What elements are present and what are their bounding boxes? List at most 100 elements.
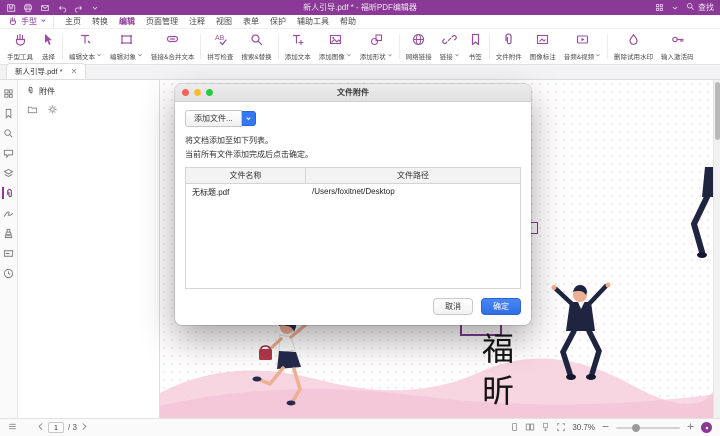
- app-window: 新人引导.pdf * - 福昕PDF编辑器 查找 手型 主页 转换 编辑 页面管…: [0, 0, 720, 436]
- menu-tab-form[interactable]: 表单: [243, 16, 259, 27]
- sidebar-thumbnails[interactable]: [2, 87, 16, 99]
- hand-quick-tool[interactable]: 手型: [8, 16, 54, 28]
- mail-icon[interactable]: [40, 3, 50, 13]
- dialog-instructions: 将文档添加至如下列表。 当前所有文件添加完成后点击确定。: [185, 134, 521, 161]
- zoom-in-button[interactable]: [686, 422, 695, 433]
- ribbon-hand-tool[interactable]: 手型工具: [3, 29, 37, 64]
- menu-tab-comment[interactable]: 注释: [189, 16, 205, 27]
- ribbon-add-text[interactable]: 添加文本: [281, 29, 315, 64]
- menu-tab-help[interactable]: 帮助: [340, 16, 356, 27]
- menu-tab-home[interactable]: 主页: [65, 16, 81, 27]
- sidebar-history[interactable]: [2, 267, 16, 279]
- ribbon-label: 音频&视频: [564, 51, 594, 61]
- spell-check-icon: AB: [213, 32, 228, 49]
- zoom-window-button[interactable]: [206, 89, 213, 96]
- assistant-button[interactable]: [701, 422, 712, 433]
- menu-tab-protect[interactable]: 保护: [270, 16, 286, 27]
- sidebar-layers[interactable]: [2, 167, 16, 179]
- open-attachment-button[interactable]: [27, 102, 38, 120]
- sidebar-signatures[interactable]: [2, 207, 16, 219]
- vertical-scrollbar[interactable]: [713, 80, 720, 418]
- zoom-level-label[interactable]: 30.7%: [572, 423, 595, 432]
- ribbon-edit-text[interactable]: 编辑文本: [65, 29, 106, 64]
- ribbon-spell-check[interactable]: AB 拼写检查: [203, 29, 237, 64]
- page-char: 福: [482, 328, 514, 370]
- more-tools-chevron-icon[interactable]: [91, 4, 99, 12]
- ribbon-label: 拼写检查: [207, 51, 233, 61]
- ribbon-file-attachment[interactable]: 文件附件: [492, 29, 526, 64]
- add-file-button[interactable]: 添加文件...: [185, 110, 242, 127]
- close-window-button[interactable]: [182, 89, 189, 96]
- watermark-icon: [626, 32, 641, 49]
- next-page-button[interactable]: [81, 422, 88, 433]
- sidebar-search[interactable]: [2, 127, 16, 139]
- ribbon-audio-video[interactable]: 音频&视频: [560, 29, 605, 64]
- sidebar-stamps[interactable]: [2, 227, 16, 239]
- continuous-scroll-button[interactable]: [541, 422, 550, 434]
- fullscreen-button[interactable]: [556, 422, 566, 434]
- key-icon: [670, 32, 685, 49]
- ribbon-edit-object[interactable]: 编辑对象: [106, 29, 147, 64]
- find-label: 查找: [698, 2, 714, 13]
- column-header-file-path[interactable]: 文件路径: [306, 168, 520, 183]
- sidebar-comments[interactable]: [2, 147, 16, 159]
- close-tab-icon[interactable]: [71, 67, 77, 76]
- ribbon-remove-trial-watermark[interactable]: 删除试用水印: [610, 29, 657, 64]
- facing-pages-view-button[interactable]: [525, 422, 535, 434]
- menu-tab-view[interactable]: 视图: [216, 16, 232, 27]
- sidebar-bookmarks[interactable]: [2, 107, 16, 119]
- single-page-view-button[interactable]: [510, 422, 519, 434]
- zoom-out-button[interactable]: [601, 422, 610, 433]
- zoom-slider[interactable]: [616, 427, 680, 429]
- page-number-input[interactable]: 1: [48, 422, 64, 433]
- ribbon-web-links[interactable]: 网络链接: [402, 29, 436, 64]
- ribbon-link[interactable]: 链接: [436, 29, 464, 64]
- edit-object-icon: [119, 32, 134, 49]
- print-icon[interactable]: [23, 3, 33, 13]
- attachments-panel: 附件: [18, 80, 160, 418]
- column-header-file-name[interactable]: 文件名称: [186, 168, 306, 183]
- add-file-dropdown-button[interactable]: [242, 111, 256, 126]
- dialog-window-controls: [182, 89, 213, 96]
- attachment-settings-button[interactable]: [47, 102, 58, 120]
- ribbon-enter-activation-code[interactable]: 输入激活码: [657, 29, 698, 64]
- scrollbar-thumb[interactable]: [715, 82, 720, 140]
- ribbon-select[interactable]: 选择: [37, 29, 60, 64]
- ok-button[interactable]: 确定: [481, 298, 521, 315]
- sidebar-fields[interactable]: [2, 247, 16, 259]
- find-button[interactable]: 查找: [686, 2, 714, 13]
- sidebar-attachments[interactable]: [2, 187, 16, 199]
- menu-tab-edit[interactable]: 编辑: [119, 16, 135, 27]
- menu-tab-convert[interactable]: 转换: [92, 16, 108, 27]
- dialog-titlebar[interactable]: 文件附件: [175, 84, 531, 102]
- ribbon-link-merge-text[interactable]: 链接&合并文本: [147, 29, 198, 64]
- panel-menu-icon[interactable]: [8, 422, 17, 433]
- previous-page-button[interactable]: [37, 422, 44, 433]
- ribbon-label: 编辑文本: [69, 51, 95, 61]
- undo-icon[interactable]: [57, 3, 67, 13]
- cancel-button[interactable]: 取消: [433, 298, 473, 315]
- view-chevron-icon[interactable]: [671, 4, 679, 12]
- ribbon-image-annotation[interactable]: 图像标注: [526, 29, 560, 64]
- ribbon-bookmark[interactable]: 书签: [464, 29, 487, 64]
- layout-grid-icon[interactable]: [655, 3, 664, 12]
- ribbon-add-image[interactable]: 添加图像: [315, 29, 356, 64]
- menu-tab-accessibility[interactable]: 辅助工具: [297, 16, 329, 27]
- menu-tab-page-manage[interactable]: 页面管理: [146, 16, 178, 27]
- illustration-jumping-man: [532, 282, 632, 417]
- page-navigation: 1 / 3: [37, 422, 88, 433]
- hand-quick-tool-label: 手型: [21, 16, 37, 27]
- minimize-window-button[interactable]: [194, 89, 201, 96]
- ribbon-search-replace[interactable]: 搜索&替换: [237, 29, 275, 64]
- redo-icon[interactable]: [74, 3, 84, 13]
- ribbon-label: 搜索&替换: [241, 51, 271, 61]
- titlebar-right-actions: 查找: [655, 2, 714, 13]
- ribbon-label: 选择: [42, 51, 55, 61]
- zoom-slider-thumb[interactable]: [632, 424, 640, 432]
- ribbon-separator: [278, 34, 279, 59]
- table-header-row: 文件名称 文件路径: [186, 168, 520, 184]
- save-icon[interactable]: [6, 3, 16, 13]
- document-tab[interactable]: 新人引导.pdf *: [6, 63, 86, 79]
- ribbon-add-shapes[interactable]: 添加形状: [356, 29, 397, 64]
- table-row[interactable]: 无标题.pdf /Users/foxitnet/Desktop: [186, 184, 520, 201]
